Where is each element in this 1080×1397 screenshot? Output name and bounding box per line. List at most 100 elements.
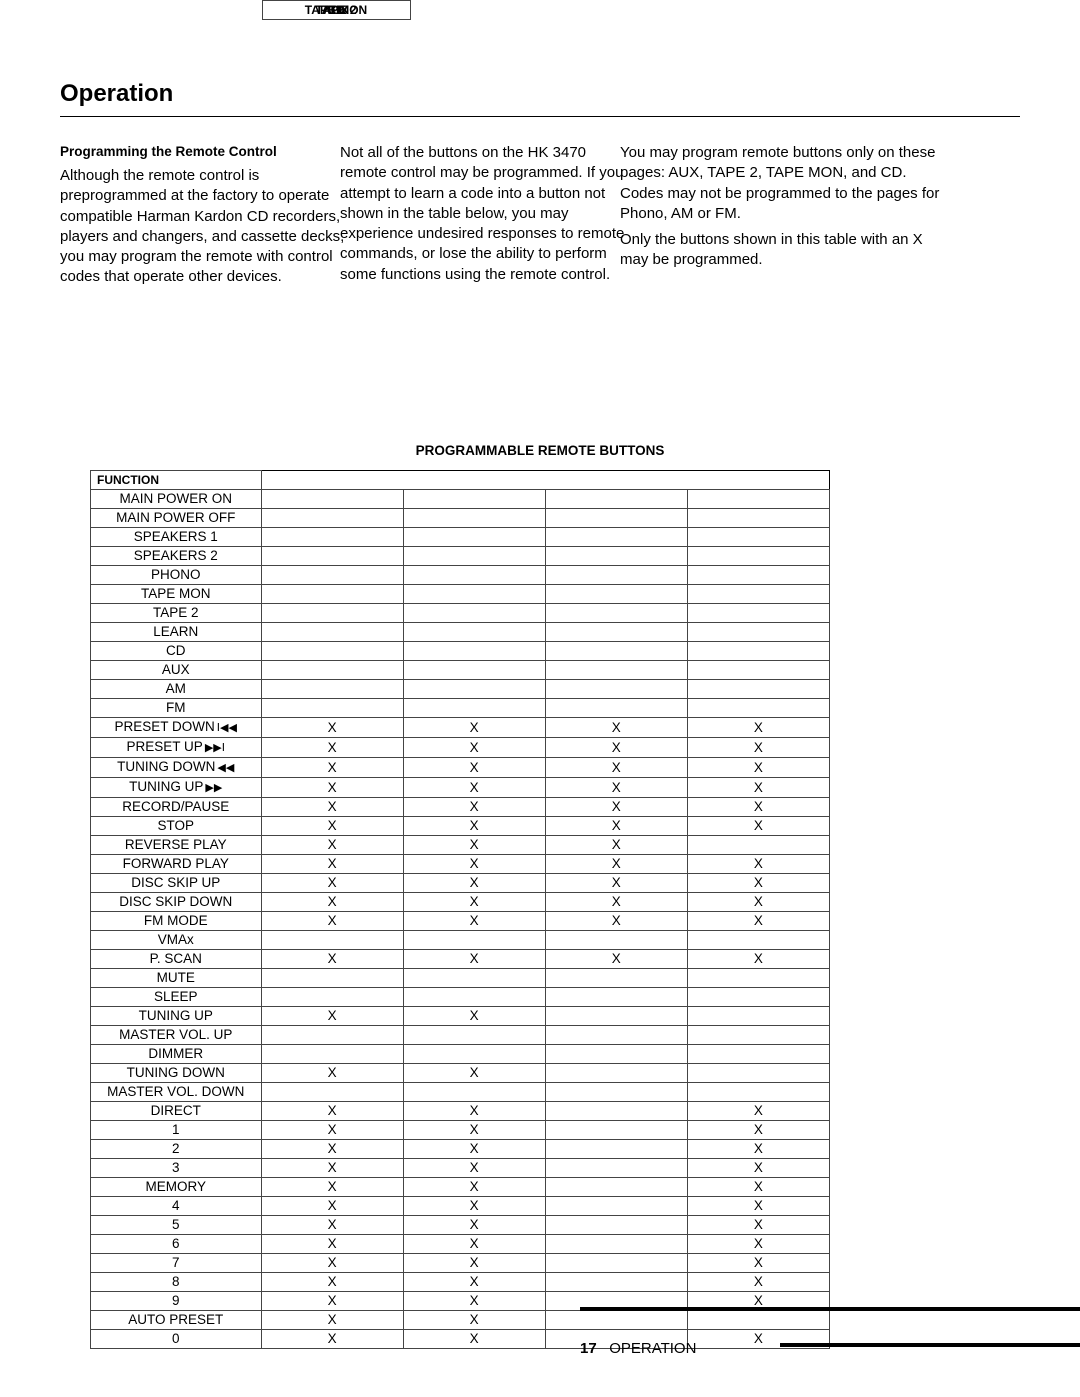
mark-cell: X (261, 1140, 403, 1159)
function-cell: MASTER VOL. UP (91, 1026, 262, 1045)
mark-cell (403, 547, 545, 566)
mark-cell: X (403, 1159, 545, 1178)
mark-cell: X (261, 1064, 403, 1083)
function-cell: REVERSE PLAY (91, 836, 262, 855)
mark-cell: X (261, 1235, 403, 1254)
mark-cell (687, 680, 829, 699)
mark-cell: X (261, 950, 403, 969)
function-cell: 6 (91, 1235, 262, 1254)
function-cell: 8 (91, 1273, 262, 1292)
mark-cell (403, 931, 545, 950)
mark-cell: X (403, 1197, 545, 1216)
mark-cell: X (687, 1178, 829, 1197)
function-cell: 3 (91, 1159, 262, 1178)
mark-cell: X (403, 738, 545, 758)
col-cd: CD (262, 0, 411, 20)
table-row: RECORD/PAUSEXXXX (91, 798, 830, 817)
mark-cell (403, 528, 545, 547)
mark-cell (545, 1235, 687, 1254)
mark-cell (687, 547, 829, 566)
table-row: PHONO (91, 566, 830, 585)
mark-cell: X (403, 798, 545, 817)
mark-cell: X (545, 836, 687, 855)
function-cell: FORWARD PLAY (91, 855, 262, 874)
mark-cell (687, 566, 829, 585)
mark-cell: X (261, 912, 403, 931)
table-row: VMAx (91, 931, 830, 950)
mark-cell: X (403, 1311, 545, 1330)
function-cell: TUNING DOWN◀◀ (91, 758, 262, 778)
function-cell: 2 (91, 1140, 262, 1159)
section-heading: Programming the Remote Control (60, 143, 355, 161)
mark-cell (687, 1311, 829, 1330)
table-row: FM MODEXXXX (91, 912, 830, 931)
mark-cell (545, 1121, 687, 1140)
table-row: TUNING UP▶▶XXXX (91, 778, 830, 798)
mark-cell: X (261, 1102, 403, 1121)
mark-cell (545, 490, 687, 509)
table-row: DIMMER (91, 1045, 830, 1064)
mark-cell: X (403, 1273, 545, 1292)
mark-cell: X (687, 778, 829, 798)
mark-cell: X (403, 836, 545, 855)
transport-glyph: I◀◀ (215, 721, 237, 734)
mark-cell (545, 623, 687, 642)
function-cell: TUNING DOWN (91, 1064, 262, 1083)
mark-cell: X (261, 1254, 403, 1273)
mark-cell (261, 547, 403, 566)
mark-cell (545, 1197, 687, 1216)
table-title: PROGRAMMABLE REMOTE BUTTONS (60, 443, 1020, 458)
mark-cell: X (261, 1330, 403, 1349)
mark-cell (261, 699, 403, 718)
mark-cell (545, 1159, 687, 1178)
mark-cell: X (403, 893, 545, 912)
mark-cell (545, 566, 687, 585)
mark-cell (687, 604, 829, 623)
mark-cell: X (545, 718, 687, 738)
mark-cell: X (687, 718, 829, 738)
frame-line (580, 1307, 1080, 1311)
mark-cell: X (687, 1273, 829, 1292)
mark-cell (687, 642, 829, 661)
table-row: PRESET UP▶▶IXXXX (91, 738, 830, 758)
mark-cell: X (687, 874, 829, 893)
mark-cell: X (545, 874, 687, 893)
mark-cell (261, 1045, 403, 1064)
table-row: 6XXX (91, 1235, 830, 1254)
table-row: SPEAKERS 2 (91, 547, 830, 566)
mark-cell (687, 931, 829, 950)
table-row: SPEAKERS 1 (91, 528, 830, 547)
function-cell: MEMORY (91, 1178, 262, 1197)
mark-cell: X (687, 738, 829, 758)
table-row: TAPE MON (91, 585, 830, 604)
mark-cell (545, 604, 687, 623)
mark-cell (261, 566, 403, 585)
mark-cell (545, 528, 687, 547)
mark-cell: X (403, 912, 545, 931)
mark-cell (261, 528, 403, 547)
function-cell: FM (91, 699, 262, 718)
paragraph-2: Not all of the buttons on the HK 3470 re… (340, 143, 635, 285)
function-cell: 1 (91, 1121, 262, 1140)
mark-cell: X (687, 1254, 829, 1273)
table-row: TUNING DOWNXX (91, 1064, 830, 1083)
mark-cell: X (545, 817, 687, 836)
mark-cell (545, 642, 687, 661)
mark-cell (545, 931, 687, 950)
function-cell: SPEAKERS 1 (91, 528, 262, 547)
mark-cell (687, 490, 829, 509)
table-header-row: FUNCTION AUX TAPE 2 TAPE MON CD (91, 471, 830, 490)
body-text: Programming the Remote Control Although … (60, 143, 1020, 283)
mark-cell (545, 1045, 687, 1064)
table-row: MAIN POWER OFF (91, 509, 830, 528)
mark-cell (403, 642, 545, 661)
mark-cell (545, 547, 687, 566)
table-row: FM (91, 699, 830, 718)
mark-cell: X (687, 1140, 829, 1159)
table-row: CD (91, 642, 830, 661)
footer: 17 OPERATION (580, 1340, 696, 1357)
function-cell: DISC SKIP UP (91, 874, 262, 893)
mark-cell: X (261, 1178, 403, 1197)
page-title: Operation (60, 80, 1020, 108)
mark-cell: X (261, 738, 403, 758)
